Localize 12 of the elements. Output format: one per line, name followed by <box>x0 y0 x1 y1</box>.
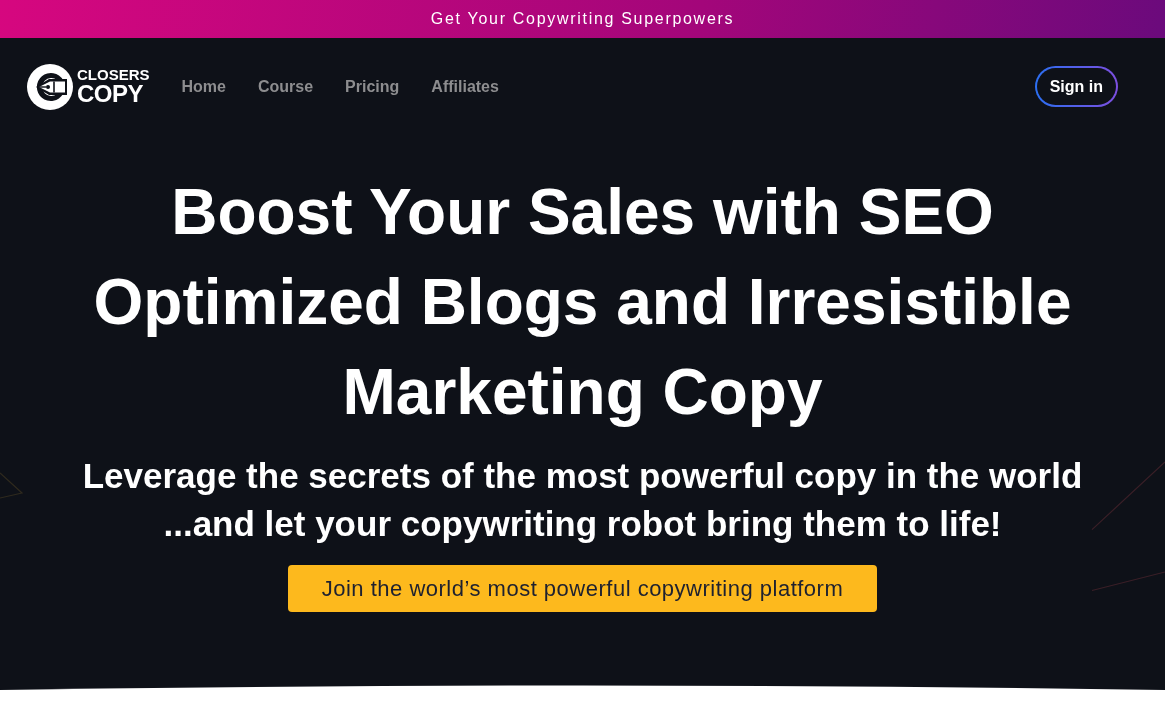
nav-link[interactable]: Course <box>257 74 314 99</box>
nav-link[interactable]: Home <box>181 74 226 99</box>
announcement-link[interactable]: Get Your Copywriting Superpowers <box>430 11 735 27</box>
join-platform-button[interactable]: Join the world’s most powerful copywriting platform <box>287 565 878 612</box>
logo-wordmark: COPY <box>77 82 144 106</box>
hero-subheadline: Leverage the secrets of the most powerful copy in the world ...and let your copywriting robot bring them to life! <box>81 455 1084 545</box>
hero-headline: Boost Your Sales with SEO Optimized Blogs and Irresistible Marketing Copy <box>92 175 1073 430</box>
nav-link[interactable]: Affiliates <box>431 74 499 99</box>
logo-wordmark: CLOSERS <box>77 67 150 82</box>
pen-nib-logo-icon[interactable] <box>27 63 73 110</box>
decorative-lines <box>0 472 24 499</box>
nav-link[interactable]: Pricing <box>345 74 400 99</box>
